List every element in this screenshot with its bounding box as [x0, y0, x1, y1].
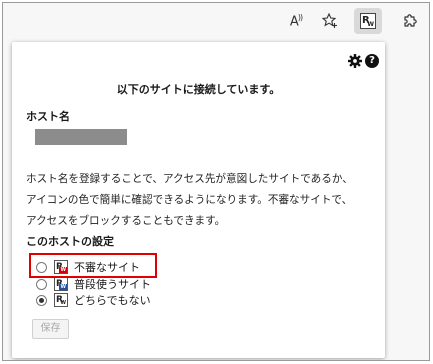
description-text: ホスト名を登録することで、アクセス先が意図したサイトであるか、 アイコンの色で簡…	[26, 169, 378, 232]
usual-site-icon: RW	[54, 277, 68, 291]
screenshot-frame: A)) RW ? 以下のサイトに接続しています。 ホスト名 ホスト名を登録するこ…	[2, 2, 430, 361]
option-label: 普段使うサイト	[74, 278, 151, 291]
host-settings-label: このホストの設定	[26, 235, 114, 248]
add-favorite-button[interactable]	[316, 8, 344, 34]
option-usual-site[interactable]: RW 普段使うサイト	[36, 276, 151, 292]
puzzle-icon	[404, 14, 417, 27]
extensions-menu-button[interactable]	[396, 8, 424, 34]
extension-logo-icon: RW	[360, 13, 376, 29]
extension-button[interactable]: RW	[354, 8, 382, 34]
read-aloud-button[interactable]: A))	[282, 8, 310, 34]
browser-toolbar: A)) RW	[3, 3, 429, 39]
option-label: どちらでもない	[74, 294, 151, 307]
gear-icon[interactable]	[348, 54, 362, 68]
neutral-site-icon: RW	[54, 293, 68, 307]
radio-button-checked[interactable]	[36, 294, 47, 306]
extension-popup: ? 以下のサイトに接続しています。 ホスト名 ホスト名を登録することで、アクセス…	[12, 42, 385, 358]
radio-button[interactable]	[36, 278, 47, 290]
host-name-value-redacted	[35, 129, 127, 145]
description-line: ホスト名を登録することで、アクセス先が意図したサイトであるか、	[26, 173, 353, 185]
option-neither[interactable]: RW どちらでもない	[36, 292, 151, 308]
highlight-annotation-box	[29, 253, 157, 278]
help-icon[interactable]: ?	[365, 54, 379, 68]
save-button[interactable]: 保存	[32, 319, 69, 339]
description-line: アクセスをブロックすることもできます。	[26, 215, 226, 227]
connection-title: 以下のサイトに接続しています。	[116, 83, 281, 96]
read-aloud-icon: A))	[289, 12, 303, 30]
star-plus-icon	[322, 13, 337, 28]
host-name-label: ホスト名	[26, 110, 70, 123]
description-line: アイコンの色で簡単に確認できるようになります。不審なサイトで、	[26, 194, 353, 206]
